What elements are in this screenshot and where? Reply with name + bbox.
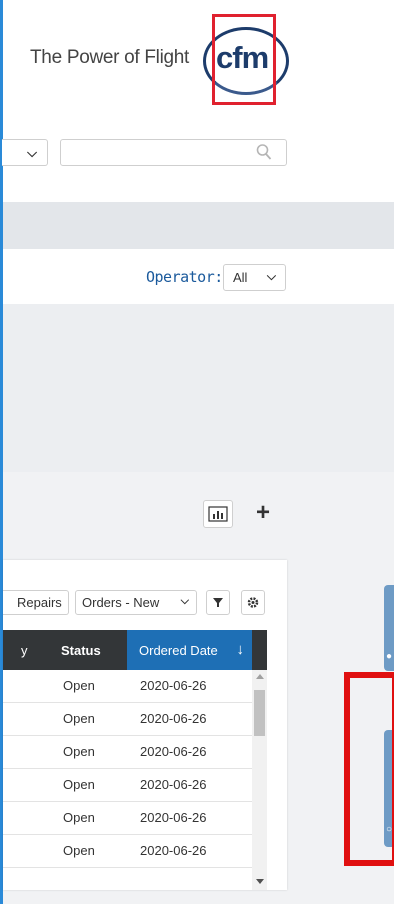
row-ordered-date: 2020-06-26 bbox=[140, 777, 207, 792]
chart-view-button[interactable] bbox=[203, 500, 233, 528]
table-row[interactable]: Open 2020-06-26 bbox=[3, 703, 252, 736]
ordered-date-label: Ordered Date bbox=[139, 643, 218, 658]
table-scrollbar[interactable] bbox=[252, 670, 267, 890]
annotation-highlight-box bbox=[344, 672, 394, 866]
row-status: Open bbox=[63, 810, 95, 825]
orders-table-header: y Status Ordered Date ↓ bbox=[3, 630, 267, 670]
row-status: Open bbox=[63, 678, 95, 693]
row-ordered-date: 2020-06-26 bbox=[140, 744, 207, 759]
table-row[interactable]: Open 2020-06-26 bbox=[3, 769, 252, 802]
row-ordered-date: 2020-06-26 bbox=[140, 810, 207, 825]
repairs-label: Repairs bbox=[17, 595, 62, 610]
table-row[interactable]: Open 2020-06-26 bbox=[3, 835, 252, 868]
scroll-up-arrow-icon[interactable] bbox=[256, 674, 264, 679]
bar-chart-icon bbox=[208, 506, 228, 522]
scroll-down-arrow-icon[interactable] bbox=[256, 879, 264, 884]
section-divider-band bbox=[3, 202, 394, 249]
row-status: Open bbox=[63, 843, 95, 858]
operator-select[interactable]: All ⌵ bbox=[223, 264, 286, 291]
row-status: Open bbox=[63, 744, 95, 759]
row-status: Open bbox=[63, 711, 95, 726]
plus-icon: + bbox=[255, 499, 270, 526]
info-icon: ● bbox=[386, 651, 393, 662]
row-status: Open bbox=[63, 777, 95, 792]
search-input[interactable] bbox=[60, 139, 287, 166]
repairs-filter-button[interactable]: Repairs bbox=[3, 590, 69, 615]
table-row[interactable]: Open 2020-06-26 bbox=[3, 736, 252, 769]
column-header-ordered-date[interactable]: Ordered Date ↓ bbox=[127, 630, 252, 670]
chevron-down-icon: ⌵ bbox=[180, 595, 189, 607]
row-ordered-date: 2020-06-26 bbox=[140, 711, 207, 726]
operator-select-value: All bbox=[233, 270, 248, 285]
chevron-down-icon: ⌵ bbox=[27, 145, 37, 160]
chevron-down-icon: ⌵ bbox=[266, 269, 276, 283]
side-panel-tab[interactable]: ● bbox=[384, 585, 394, 671]
row-ordered-date: 2020-06-26 bbox=[140, 678, 207, 693]
scrollbar-thumb[interactable] bbox=[254, 690, 265, 736]
column-header-status[interactable]: Status bbox=[61, 643, 101, 658]
table-row[interactable]: Open 2020-06-26 bbox=[3, 670, 252, 703]
orders-view-select[interactable]: Orders - New ⌵ bbox=[75, 590, 197, 615]
search-icon bbox=[256, 143, 272, 166]
filter-button[interactable] bbox=[206, 590, 230, 615]
orders-view-label: Orders - New bbox=[82, 595, 160, 610]
settings-button[interactable] bbox=[241, 590, 265, 615]
sort-descending-icon: ↓ bbox=[236, 641, 245, 658]
column-header-partial[interactable]: y bbox=[21, 643, 28, 658]
gear-icon bbox=[247, 597, 259, 608]
add-widget-button[interactable]: + bbox=[246, 500, 280, 528]
brand-tagline: The Power of Flight bbox=[30, 47, 190, 68]
operator-label: Operator: bbox=[146, 268, 223, 286]
table-row[interactable]: Open 2020-06-26 bbox=[3, 802, 252, 835]
filter-icon bbox=[213, 598, 223, 607]
row-ordered-date: 2020-06-26 bbox=[140, 843, 207, 858]
logo-highlight-box bbox=[212, 14, 276, 105]
header-select-dropdown[interactable]: ⌵ bbox=[2, 139, 48, 166]
